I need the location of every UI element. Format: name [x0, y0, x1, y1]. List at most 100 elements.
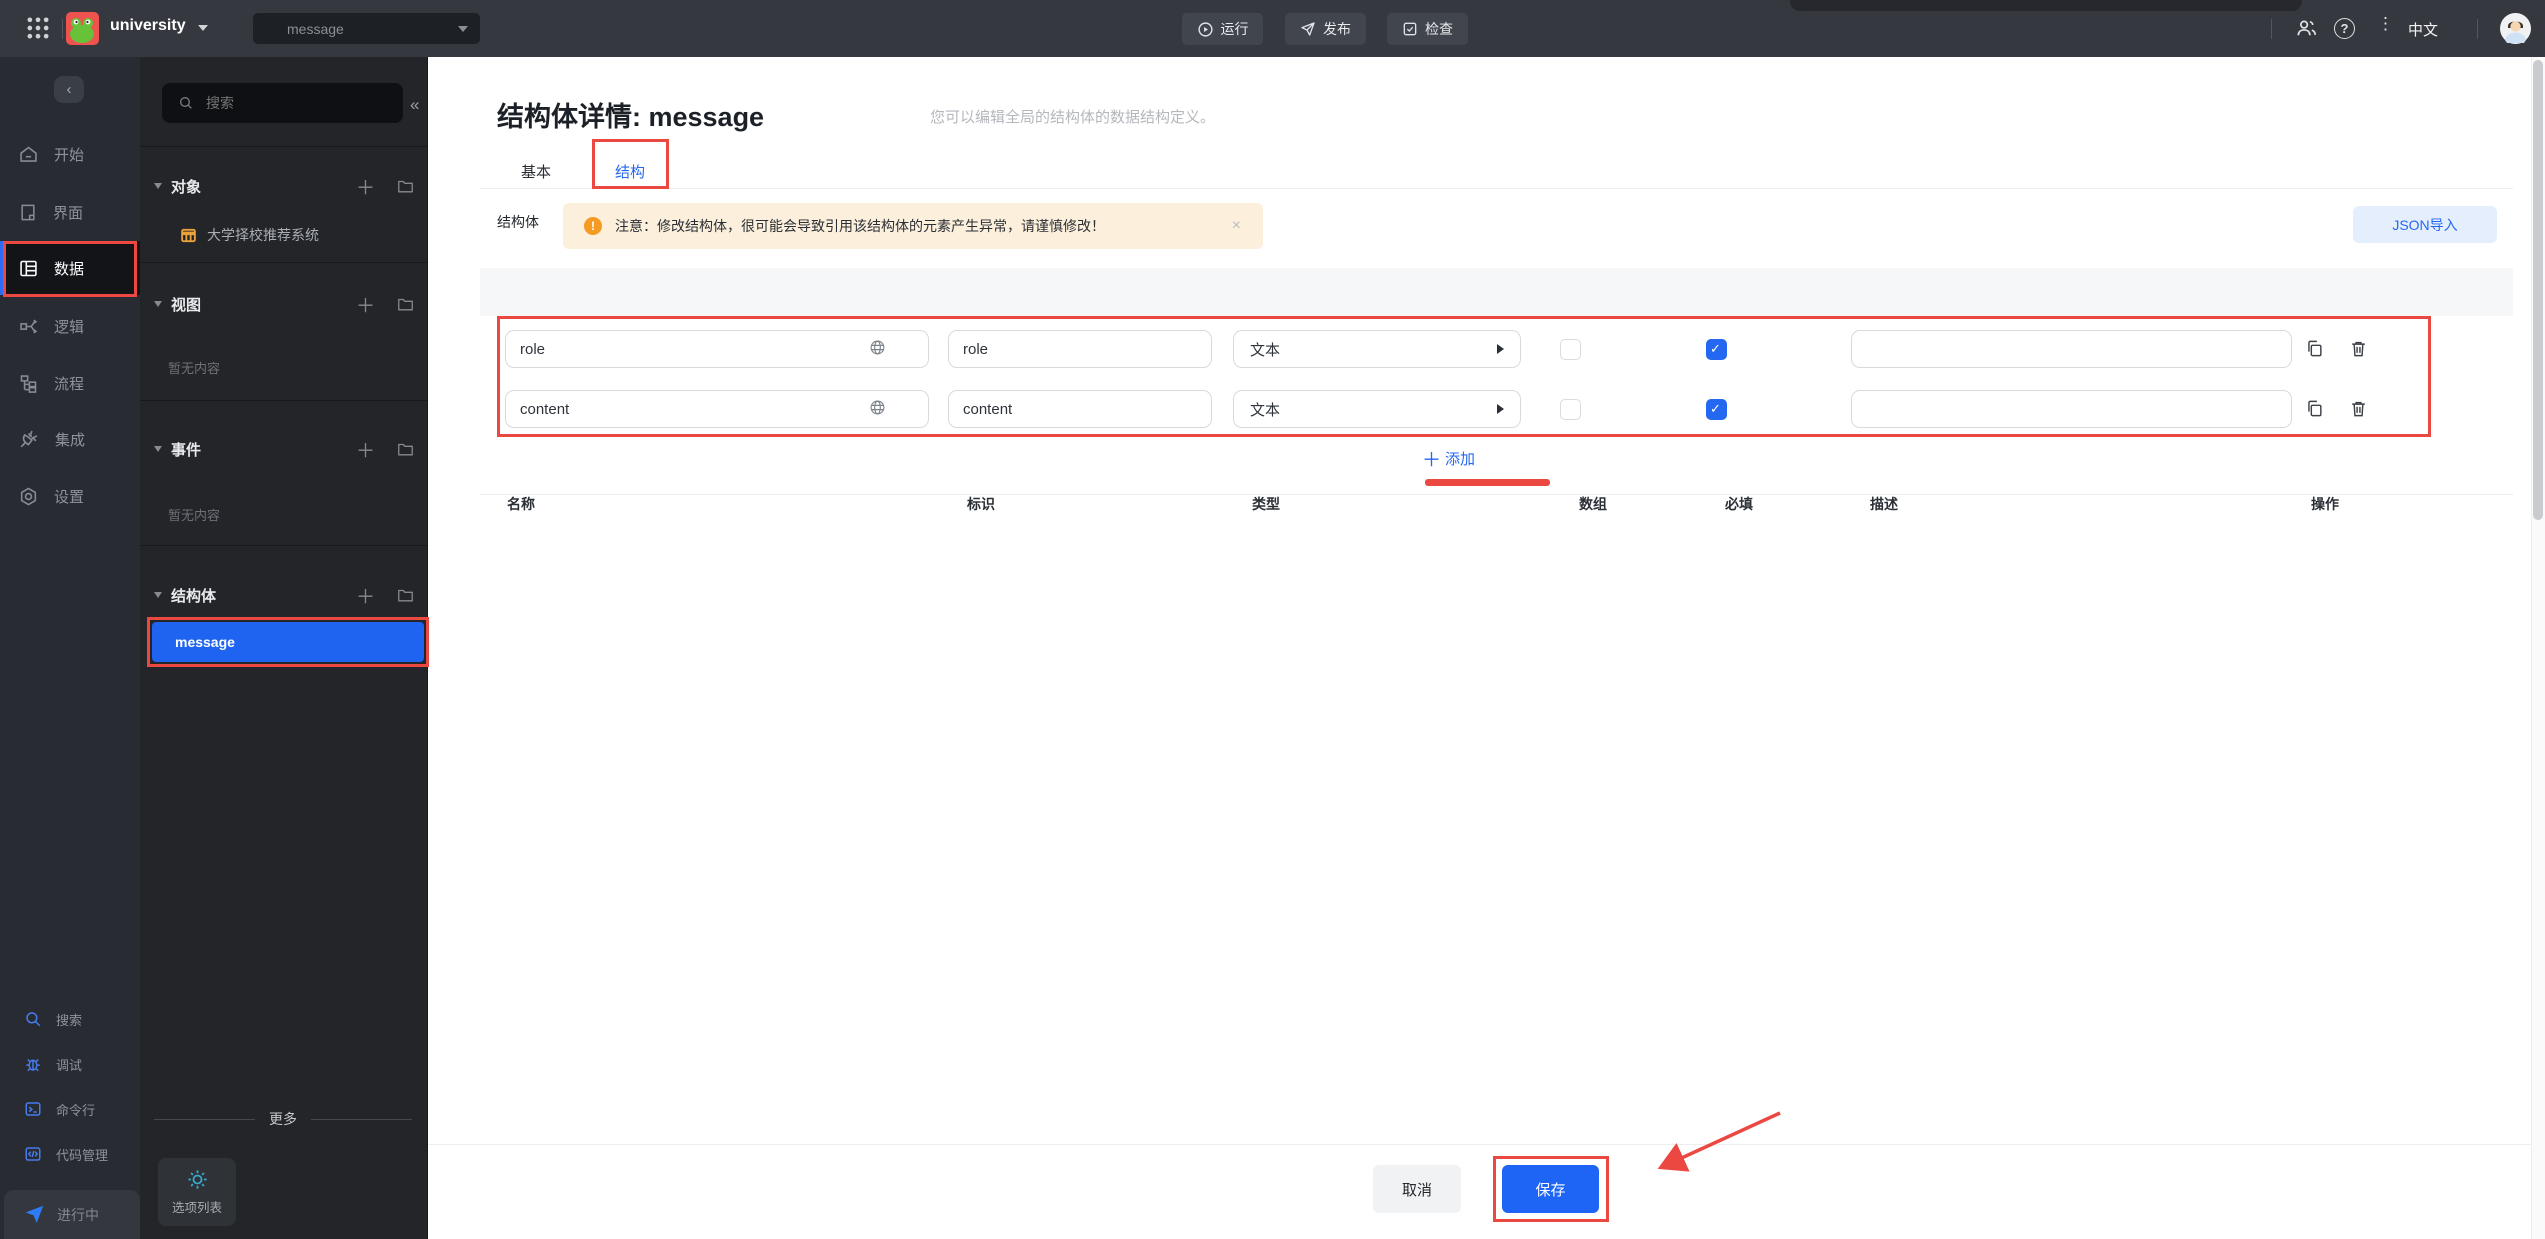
- sidebar-item-data[interactable]: 数据: [0, 241, 140, 295]
- tree-item-object[interactable]: 大学择校推荐系统: [180, 225, 319, 245]
- users-icon[interactable]: [2294, 17, 2319, 40]
- id-input[interactable]: [948, 390, 1212, 428]
- panel-collapse-icon[interactable]: «: [410, 95, 419, 115]
- name-input[interactable]: [505, 390, 929, 428]
- id-input[interactable]: [948, 330, 1212, 368]
- more-label: 更多: [269, 1111, 297, 1127]
- run-button[interactable]: 运行: [1182, 13, 1263, 45]
- desc-input[interactable]: [1851, 330, 2292, 368]
- type-select[interactable]: 文本: [1233, 330, 1521, 368]
- add-icon[interactable]: ＋: [356, 582, 375, 609]
- type-select[interactable]: 文本: [1233, 390, 1521, 428]
- plug-icon: [18, 428, 40, 450]
- divider: [140, 400, 428, 401]
- folder-icon[interactable]: [397, 179, 414, 194]
- sidebar-item-start[interactable]: 开始: [0, 127, 140, 181]
- required-checkbox[interactable]: [1706, 339, 1727, 360]
- option-list-card[interactable]: 选项列表: [158, 1158, 236, 1226]
- name-input[interactable]: [505, 330, 929, 368]
- divider: [140, 146, 428, 147]
- help-icon[interactable]: ?: [2334, 18, 2355, 39]
- sidebar-item-settings[interactable]: 设置: [0, 469, 140, 523]
- more-divider[interactable]: 更多: [154, 1109, 412, 1129]
- divider: [2477, 19, 2478, 39]
- terminal-icon: [24, 1100, 42, 1118]
- caret-down-icon: [154, 183, 162, 189]
- kebab-menu-icon[interactable]: ⋮: [2377, 14, 2394, 34]
- trash-icon[interactable]: [2349, 399, 2368, 418]
- globe-icon[interactable]: [869, 399, 886, 416]
- type-select-value: 文本: [1250, 341, 1281, 359]
- section-objects[interactable]: 对象 ＋: [154, 172, 414, 200]
- folder-icon[interactable]: [397, 442, 414, 457]
- array-checkbox[interactable]: [1560, 339, 1581, 360]
- check-label: 检查: [1425, 21, 1453, 37]
- option-list-label: 选项列表: [171, 1201, 222, 1215]
- sidebar-item-flow[interactable]: 流程: [0, 356, 140, 410]
- desc-input[interactable]: [1851, 390, 2292, 428]
- app-logo[interactable]: [66, 12, 99, 45]
- paper-plane-icon: [24, 1204, 45, 1225]
- tree-item-message-selected[interactable]: message: [152, 622, 424, 662]
- project-selector[interactable]: message: [253, 13, 480, 44]
- tab-structure[interactable]: 结构: [598, 155, 662, 187]
- sidebar-tool-search[interactable]: 搜索: [0, 999, 140, 1039]
- add-row-label: 添加: [1445, 451, 1476, 468]
- app-caret-icon[interactable]: [198, 25, 208, 31]
- panel-search[interactable]: [162, 83, 403, 123]
- sidebar-tool-debug[interactable]: 调试: [0, 1044, 140, 1084]
- col-header-array: 数组: [1579, 496, 1607, 512]
- sidebar-item-label: 界面: [53, 204, 84, 222]
- section-views[interactable]: 视图 ＋: [154, 290, 414, 318]
- add-icon[interactable]: ＋: [356, 436, 375, 463]
- required-checkbox[interactable]: [1706, 399, 1727, 420]
- sidebar-item-interface[interactable]: 界面: [0, 185, 140, 239]
- type-select-value: 文本: [1250, 401, 1281, 419]
- copy-icon[interactable]: [2305, 339, 2324, 358]
- col-header-desc: 描述: [1870, 496, 1898, 512]
- sidebar-item-label: 集成: [55, 431, 86, 449]
- app-name[interactable]: university: [110, 17, 186, 35]
- app-window: university message 运行 发布 检查 ? ⋮ 中文 ‹ 开始 …: [0, 0, 2545, 1239]
- section-events[interactable]: 事件 ＋: [154, 435, 414, 463]
- array-checkbox[interactable]: [1560, 399, 1581, 420]
- scrollbar-thumb[interactable]: [2533, 60, 2543, 520]
- cancel-button[interactable]: 取消: [1373, 1165, 1461, 1213]
- sidebar-tool-terminal[interactable]: 命令行: [0, 1089, 140, 1129]
- publish-button[interactable]: 发布: [1285, 13, 1366, 45]
- check-button[interactable]: 检查: [1387, 13, 1468, 45]
- globe-icon[interactable]: [869, 339, 886, 356]
- trash-icon[interactable]: [2349, 339, 2368, 358]
- save-button[interactable]: 保存: [1502, 1165, 1599, 1213]
- sidebar-item-integration[interactable]: 集成: [0, 412, 140, 466]
- search-input[interactable]: [204, 94, 368, 112]
- status-running[interactable]: 进行中: [4, 1190, 140, 1239]
- sidebar-item-label: 开始: [54, 146, 85, 164]
- sidebar-tool-code[interactable]: 代码管理: [0, 1134, 140, 1174]
- json-import-button[interactable]: JSON导入: [2353, 206, 2497, 243]
- divider: [62, 19, 63, 39]
- sidebar-item-logic[interactable]: 逻辑: [0, 299, 140, 353]
- close-icon[interactable]: ×: [1232, 217, 1241, 235]
- settings-icon: [18, 486, 39, 507]
- topbar-decor: [1790, 0, 2302, 11]
- copy-icon[interactable]: [2305, 399, 2324, 418]
- folder-icon[interactable]: [397, 588, 414, 603]
- tab-basic[interactable]: 基本: [516, 155, 556, 187]
- table-row: 文本: [497, 318, 2431, 378]
- sidebar-item-label: 设置: [54, 488, 85, 506]
- folder-icon[interactable]: [397, 297, 414, 312]
- sidebar-collapse-button[interactable]: ‹: [54, 76, 84, 103]
- flow-tree-icon: [18, 373, 39, 394]
- plus-icon: ＋: [1422, 450, 1442, 471]
- apps-grid-icon[interactable]: [24, 14, 52, 42]
- language-switch[interactable]: 中文: [2408, 19, 2438, 40]
- add-icon[interactable]: ＋: [356, 291, 375, 318]
- avatar[interactable]: [2500, 13, 2531, 44]
- add-icon[interactable]: ＋: [356, 173, 375, 200]
- table-row: 文本: [497, 378, 2431, 438]
- section-structs[interactable]: 结构体 ＋: [154, 581, 414, 609]
- section-title: 事件: [171, 441, 202, 459]
- caret-down-icon: [154, 446, 162, 452]
- add-row-button[interactable]: ＋ 添加: [1422, 445, 1475, 472]
